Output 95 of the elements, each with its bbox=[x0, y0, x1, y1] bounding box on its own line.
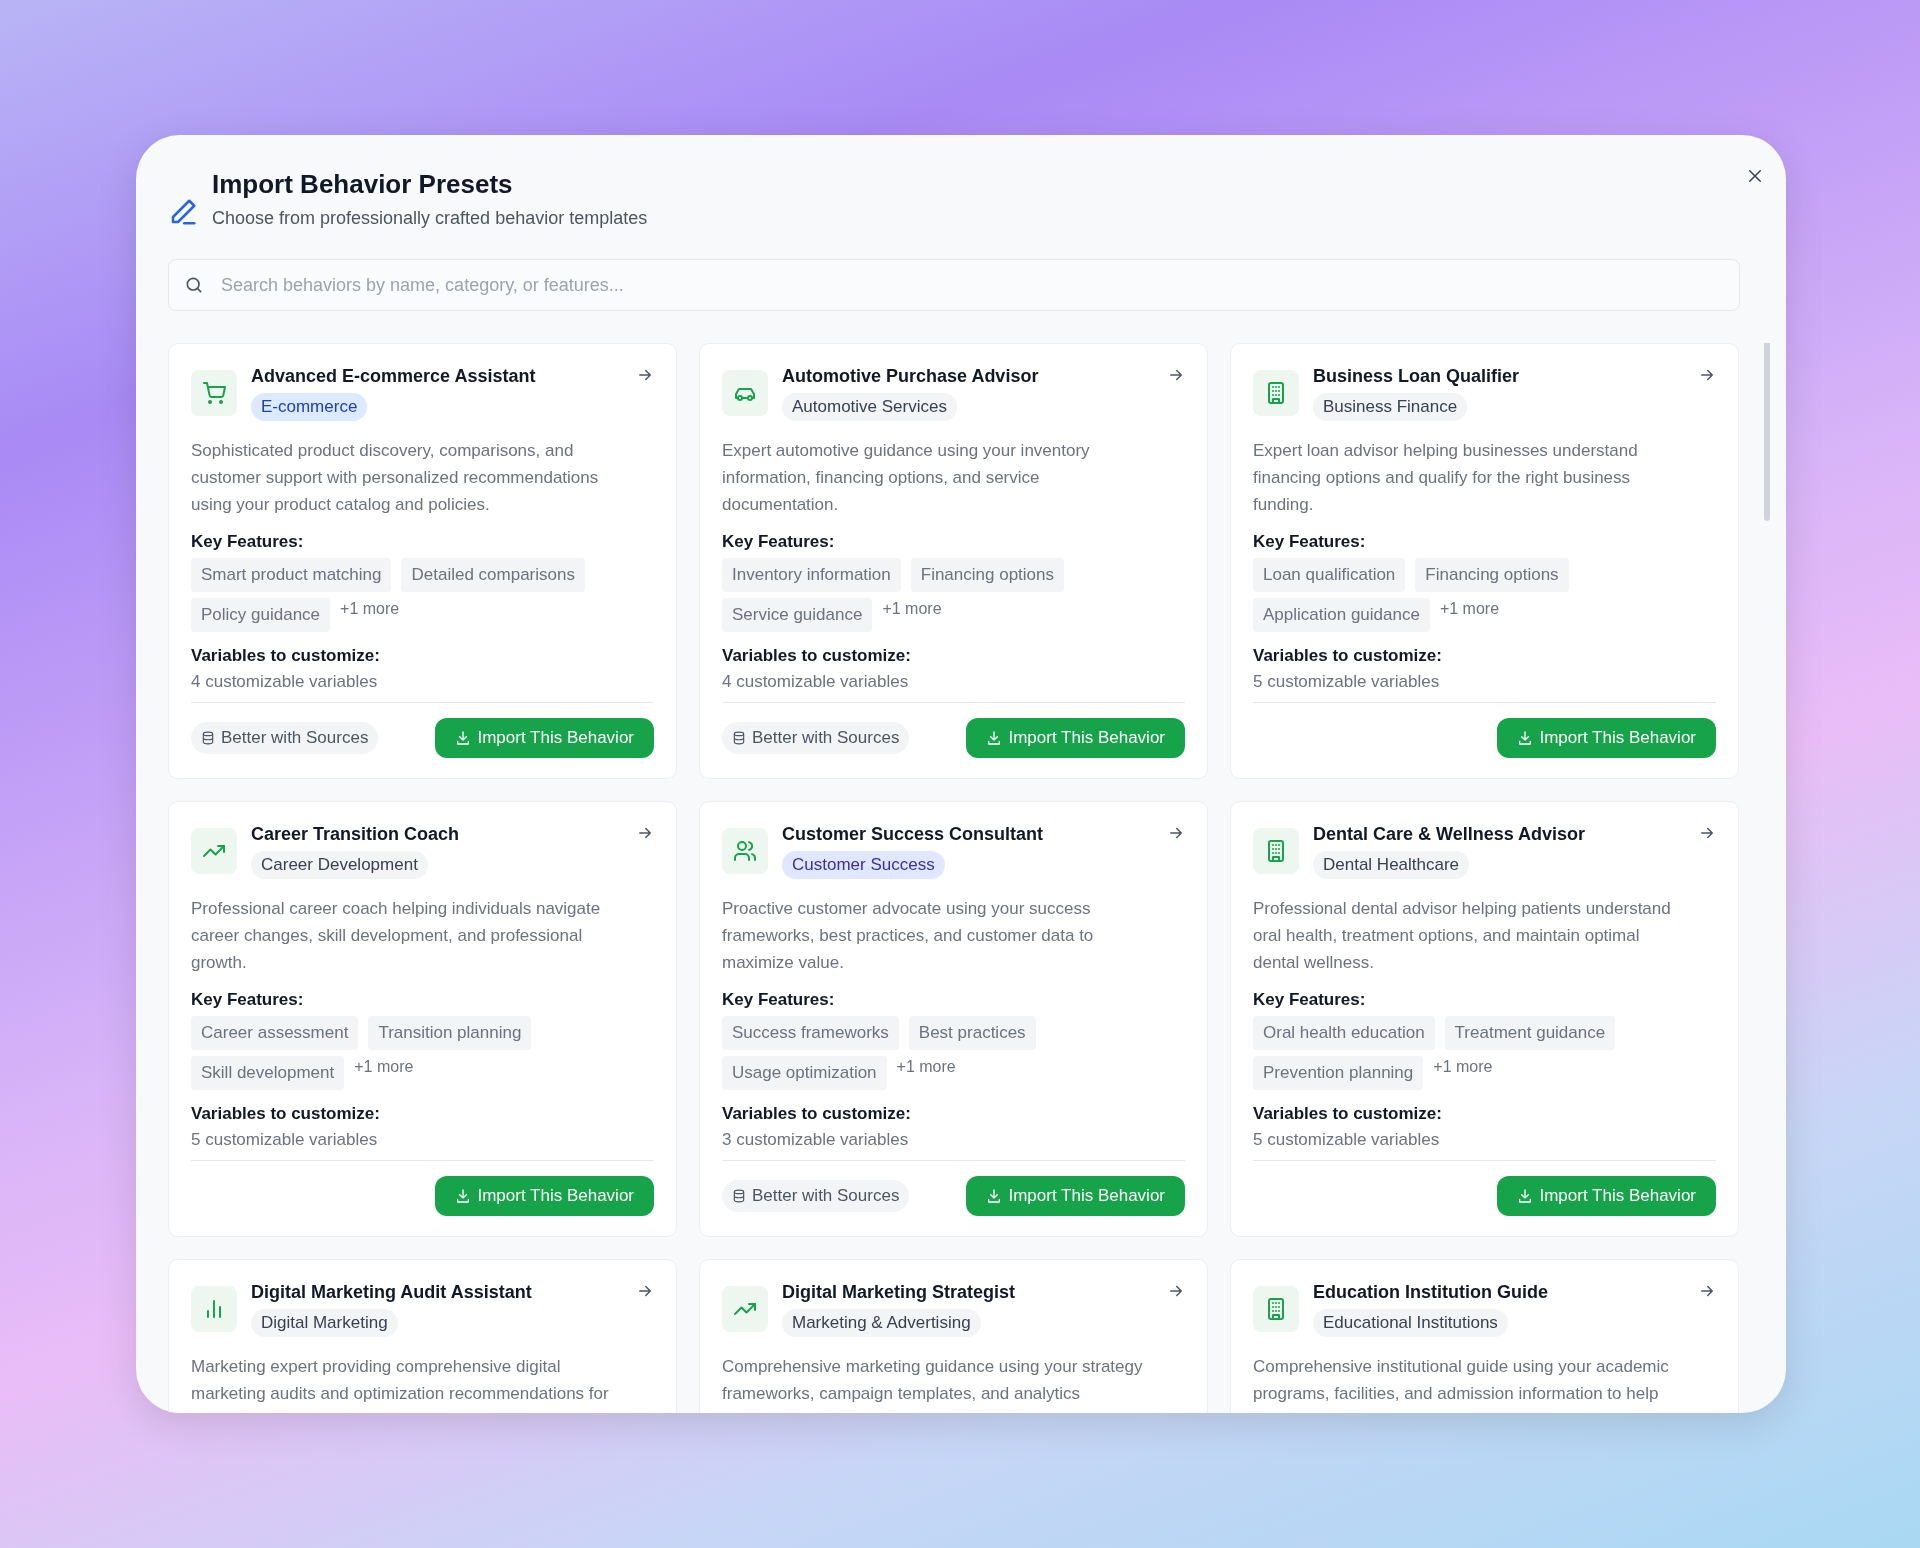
category-tag: Customer Success bbox=[782, 851, 945, 879]
more-features-count: +1 more bbox=[340, 599, 400, 618]
more-features-count: +1 more bbox=[896, 1057, 956, 1076]
import-button[interactable]: Import This Behavior bbox=[1497, 718, 1716, 758]
feature-tag: Detailed comparisons bbox=[401, 558, 585, 592]
preset-title: Education Institution Guide bbox=[1313, 1282, 1548, 1303]
variables-label: Variables to customize: bbox=[722, 1104, 912, 1124]
variables-label: Variables to customize: bbox=[722, 646, 912, 666]
feature-tag: Application guidance bbox=[1253, 598, 1430, 632]
preset-title: Digital Marketing Strategist bbox=[782, 1282, 1016, 1303]
category-tag: Business Finance bbox=[1313, 393, 1468, 421]
database-icon bbox=[732, 1189, 746, 1203]
preset-title: Automotive Purchase Advisor bbox=[782, 366, 1039, 387]
feature-tag: Inventory information bbox=[722, 558, 901, 592]
variables-label: Variables to customize: bbox=[1253, 646, 1443, 666]
more-features-count: +1 more bbox=[354, 1057, 414, 1076]
feature-tag: Success frameworks bbox=[722, 1016, 899, 1050]
feature-tag: Smart product matching bbox=[191, 558, 392, 592]
variables-label: Variables to customize: bbox=[191, 1104, 381, 1124]
download-icon bbox=[1517, 730, 1534, 746]
close-icon[interactable] bbox=[1746, 167, 1764, 185]
database-icon bbox=[201, 731, 215, 745]
preset-description: Proactive customer advocate using your success frameworks, best practices, and customer data to maximize value. bbox=[722, 898, 1095, 974]
feature-tag: Treatment guidance bbox=[1444, 1016, 1616, 1050]
preset-description: Professional career coach helping individuals navigate career changes, skill development, and professional growth. bbox=[191, 898, 602, 974]
preset-description: Comprehensive institutional guide using your academic programs, facilities, and admission information to help bbox=[1253, 1356, 1670, 1405]
variables-count: 4 customizable variables bbox=[191, 672, 379, 692]
preset-description: Sophisticated product discovery, comparisons, and customer support with personalized recommendations using your product catalog and policies. bbox=[191, 440, 600, 516]
download-icon bbox=[455, 1188, 472, 1204]
download-icon bbox=[455, 730, 472, 746]
download-icon bbox=[986, 1188, 1003, 1204]
preset-description: Expert loan advisor helping businesses understand financing options and qualify for the right business funding. bbox=[1253, 440, 1639, 516]
feature-tag: Financing options bbox=[1415, 558, 1569, 592]
preset-title: Digital Marketing Audit Assistant bbox=[251, 1282, 532, 1303]
feature-tag: Transition planning bbox=[368, 1016, 532, 1050]
search-icon bbox=[184, 275, 204, 295]
feature-tag: Policy guidance bbox=[191, 598, 331, 632]
key-features-label: Key Features: bbox=[1253, 990, 1367, 1010]
cart-icon bbox=[202, 381, 226, 405]
import-button[interactable]: Import This Behavior bbox=[1497, 1176, 1716, 1216]
preset-title: Customer Success Consultant bbox=[782, 824, 1044, 845]
category-tag: Digital Marketing bbox=[251, 1309, 398, 1337]
download-icon bbox=[986, 730, 1003, 746]
category-tag: Career Development bbox=[251, 851, 428, 879]
feature-tag: Oral health education bbox=[1253, 1016, 1435, 1050]
preset-title: Career Transition Coach bbox=[251, 824, 460, 845]
sources-label: Better with Sources bbox=[752, 728, 900, 748]
feature-tag: Service guidance bbox=[722, 598, 873, 632]
import-button[interactable]: Import This Behavior bbox=[966, 1176, 1185, 1216]
more-features-count: +1 more bbox=[882, 599, 942, 618]
download-icon bbox=[1517, 1188, 1534, 1204]
variables-count: 3 customizable variables bbox=[722, 1130, 910, 1150]
import-button[interactable]: Import This Behavior bbox=[435, 718, 654, 758]
feature-tag: Prevention planning bbox=[1253, 1056, 1424, 1090]
feature-tag: Financing options bbox=[910, 558, 1064, 592]
more-features-count: +1 more bbox=[1433, 1057, 1493, 1076]
scrollbar-thumb[interactable] bbox=[1764, 343, 1770, 521]
dialog-subtitle: Choose from professionally crafted behavior templates bbox=[212, 208, 649, 229]
import-button[interactable]: Import This Behavior bbox=[435, 1176, 654, 1216]
preset-title: Dental Care & Wellness Advisor bbox=[1313, 824, 1586, 845]
feature-tag: Best practices bbox=[908, 1016, 1036, 1050]
category-tag: Dental Healthcare bbox=[1313, 851, 1470, 879]
preset-description: Marketing expert providing comprehensive digital marketing audits and optimization recommendations for bbox=[191, 1356, 610, 1405]
preset-title: Advanced E-commerce Assistant bbox=[251, 366, 536, 387]
key-features-label: Key Features: bbox=[722, 990, 836, 1010]
import-button[interactable]: Import This Behavior bbox=[966, 718, 1185, 758]
variables-label: Variables to customize: bbox=[191, 646, 381, 666]
sources-label: Better with Sources bbox=[221, 728, 369, 748]
category-tag: E-commerce bbox=[251, 393, 368, 421]
preset-description: Comprehensive marketing guidance using your strategy frameworks, campaign templates, and analytics bbox=[722, 1356, 1144, 1405]
key-features-label: Key Features: bbox=[722, 532, 836, 552]
key-features-label: Key Features: bbox=[191, 532, 305, 552]
category-tag: Automotive Services bbox=[782, 393, 957, 421]
feature-tag: Skill development bbox=[191, 1056, 345, 1090]
preset-description: Expert automotive guidance using your inventory information, financing options, and service documentation. bbox=[722, 440, 1091, 516]
variables-count: 4 customizable variables bbox=[722, 672, 910, 692]
variables-count: 5 customizable variables bbox=[191, 1130, 379, 1150]
variables-label: Variables to customize: bbox=[1253, 1104, 1443, 1124]
key-features-label: Key Features: bbox=[1253, 532, 1367, 552]
key-features-label: Key Features: bbox=[191, 990, 305, 1010]
variables-count: 5 customizable variables bbox=[1253, 1130, 1441, 1150]
feature-tag: Career assessment bbox=[191, 1016, 359, 1050]
preset-description: Professional dental advisor helping patients understand oral health, treatment options, and maintain optimal dental wellness. bbox=[1253, 898, 1672, 974]
feature-tag: Loan qualification bbox=[1253, 558, 1406, 592]
sources-label: Better with Sources bbox=[752, 1186, 900, 1206]
more-features-count: +1 more bbox=[1439, 599, 1500, 618]
users-icon bbox=[733, 839, 757, 863]
search-field[interactable]: Search behaviors by name, category, or features... bbox=[168, 259, 1740, 311]
category-tag: Marketing & Advertising bbox=[782, 1309, 981, 1337]
database-icon bbox=[732, 731, 746, 745]
category-tag: Educational Institutions bbox=[1313, 1309, 1508, 1337]
dialog-title: Import Behavior Presets bbox=[212, 169, 514, 200]
preset-title: Business Loan Qualifier bbox=[1313, 366, 1520, 387]
feature-tag: Usage optimization bbox=[722, 1056, 887, 1090]
variables-count: 5 customizable variables bbox=[1253, 672, 1441, 692]
